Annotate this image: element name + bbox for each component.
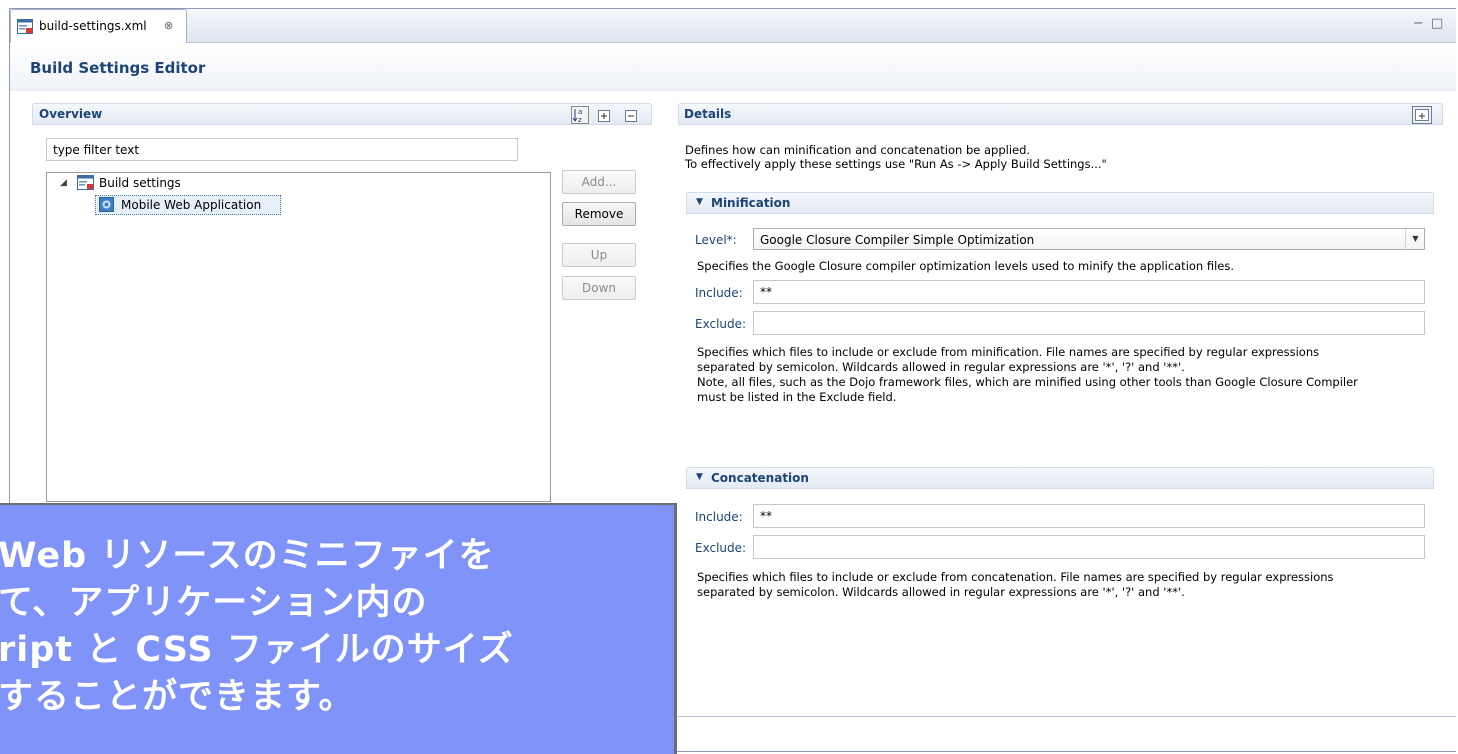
concat-desc-2: separated by semicolon. Wildcards allowe…	[697, 585, 1185, 599]
min-exclude-input[interactable]	[753, 311, 1425, 335]
tab-bar	[10, 9, 1456, 43]
page-title: Build Settings Editor	[30, 59, 206, 77]
filter-text: type filter text	[53, 143, 140, 157]
expand-arrow-icon[interactable]: ◢	[60, 178, 67, 188]
min-desc-2: separated by semicolon. Wildcards allowe…	[697, 360, 1185, 374]
concat-include-label: Include:	[695, 510, 743, 524]
min-include-label: Include:	[695, 286, 743, 300]
min-desc-3: Note, all files, such as the Dojo framew…	[697, 375, 1358, 389]
min-include-value: **	[760, 285, 772, 299]
min-desc-4: must be listed in the Exclude field.	[697, 390, 897, 404]
details-title: Details	[684, 107, 732, 121]
min-include-input[interactable]: **	[753, 280, 1425, 304]
minification-section-header[interactable]	[686, 192, 1434, 214]
expand-all-icon[interactable]	[598, 110, 610, 122]
caption-overlay: Web リソースのミニファイを て、アプリケーション内の ript と CSS …	[0, 503, 677, 754]
add-button[interactable]: Add...	[562, 170, 636, 194]
build-settings-icon	[77, 175, 94, 190]
overview-title: Overview	[39, 107, 103, 121]
minification-title: Minification	[711, 196, 791, 210]
level-label: Level*:	[695, 233, 737, 247]
editor-header	[10, 43, 1456, 91]
caption-line-2: て、アプリケーション内の	[0, 583, 428, 623]
close-icon[interactable]: ⊗	[164, 18, 173, 34]
tab-label: build-settings.xml	[39, 19, 147, 33]
collapse-arrow-icon[interactable]: ▼	[696, 472, 703, 482]
svg-text:a: a	[578, 108, 582, 116]
concat-desc-1: Specifies which files to include or excl…	[697, 570, 1334, 584]
layout-toggle-icon[interactable]	[1412, 106, 1432, 124]
caption-line-1: Web リソースのミニファイを	[0, 536, 495, 576]
collapse-all-icon[interactable]	[625, 110, 637, 122]
concatenation-title: Concatenation	[711, 471, 809, 485]
settings-tree[interactable]	[46, 172, 551, 502]
concat-include-value: **	[760, 509, 772, 523]
minimize-icon[interactable]: −	[1413, 16, 1424, 32]
divider	[676, 716, 1456, 717]
min-exclude-label: Exclude:	[695, 317, 747, 331]
maximize-icon[interactable]: □	[1431, 16, 1443, 32]
details-section-header	[678, 103, 1443, 125]
xml-file-icon	[17, 19, 33, 34]
caption-line-3: ript と CSS ファイルのサイズ	[0, 630, 514, 670]
sort-alphabetically-icon[interactable]: a z	[571, 106, 589, 124]
tree-item-build-settings[interactable]: Build settings	[99, 175, 181, 191]
remove-button[interactable]: Remove	[562, 202, 636, 226]
filter-input[interactable]: type filter text	[46, 138, 518, 161]
concat-exclude-input[interactable]	[753, 535, 1425, 559]
details-intro-2: To effectively apply these settings use …	[685, 157, 1107, 171]
details-intro-1: Defines how can minification and concate…	[685, 143, 1031, 157]
caption-line-4: することができます。	[0, 677, 355, 717]
chevron-down-icon[interactable]: ▼	[1405, 229, 1425, 249]
tree-item-label: Mobile Web Application	[121, 198, 262, 212]
svg-text:z: z	[578, 116, 582, 124]
mobile-web-app-icon	[99, 197, 114, 212]
overview-section-header	[32, 103, 652, 125]
level-select[interactable]: Google Closure Compiler Simple Optimizat…	[753, 228, 1425, 250]
concat-include-input[interactable]: **	[753, 504, 1425, 528]
level-value: Google Closure Compiler Simple Optimizat…	[760, 233, 1035, 247]
min-desc-1: Specifies which files to include or excl…	[697, 345, 1320, 359]
collapse-arrow-icon[interactable]: ▼	[696, 197, 703, 207]
up-button[interactable]: Up	[562, 243, 636, 267]
concat-exclude-label: Exclude:	[695, 541, 747, 555]
level-description: Specifies the Google Closure compiler op…	[697, 259, 1235, 273]
down-button[interactable]: Down	[562, 276, 636, 300]
